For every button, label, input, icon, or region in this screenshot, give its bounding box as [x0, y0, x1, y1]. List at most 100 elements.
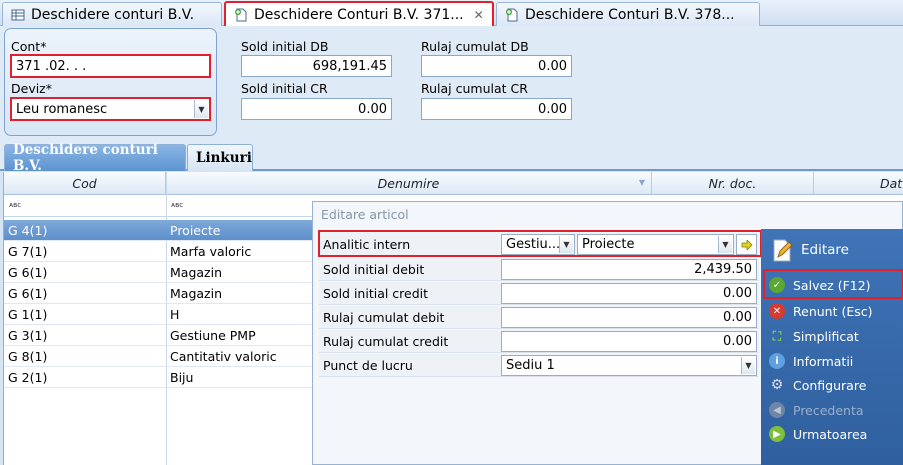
sold-initial-debit-value: 2,439.50: [694, 262, 752, 277]
table-row[interactable]: G 1(1) H: [4, 304, 314, 325]
detail-tab-strip: Deschidere conturi B.V. Linkuri: [0, 142, 903, 174]
tab-deschidere-conturi[interactable]: Deschidere conturi B.V.: [2, 2, 222, 26]
cell-denumire: Cantitativ valoric: [170, 349, 277, 364]
text-filter-icon[interactable]: ᴀʙc: [171, 201, 183, 209]
editare-label: Editare: [801, 242, 849, 258]
table-icon: [11, 9, 25, 20]
close-tab-icon[interactable]: ✕: [474, 8, 484, 22]
column-header-denumire[interactable]: Denumire ▼: [166, 172, 652, 195]
column-header-label: Denumire: [377, 176, 440, 191]
cell-denumire: Biju: [170, 370, 194, 385]
sold-initial-debit-label: Sold initial debit: [323, 262, 425, 277]
sold-initial-cr-field[interactable]: 0.00: [241, 98, 392, 120]
simplificat-button[interactable]: ⛶ Simplificat: [769, 328, 859, 344]
configurare-button[interactable]: ⚙ Configurare: [769, 377, 867, 393]
configurare-label: Configurare: [793, 377, 867, 393]
new-document-icon: [235, 8, 247, 21]
new-document-icon: [506, 8, 518, 21]
compress-icon: ⛶: [772, 328, 782, 343]
rulaj-cumulat-debit-row: Rulaj cumulat debit 0.00: [319, 306, 759, 329]
informatii-label: Informatii: [793, 353, 854, 369]
filter-dropdown-icon[interactable]: ▼: [639, 178, 645, 187]
chevron-down-icon[interactable]: ▼: [741, 357, 755, 374]
sold-initial-credit-field[interactable]: 0.00: [501, 283, 757, 304]
sold-initial-db-label: Sold initial DB: [241, 39, 329, 54]
sold-initial-debit-row: Sold initial debit 2,439.50: [319, 258, 759, 281]
punct-de-lucru-label: Punct de lucru: [323, 358, 413, 373]
punct-de-lucru-select[interactable]: Sediu 1 ▼: [501, 355, 757, 376]
editare-header: Editare: [769, 237, 849, 263]
tab-deschidere-conturi-bv[interactable]: Deschidere conturi B.V.: [4, 142, 186, 174]
punct-de-lucru-value: Sediu 1: [506, 358, 555, 373]
urmatoarea-label: Urmatoarea: [793, 426, 868, 442]
tab-deschidere-conturi-378[interactable]: Deschidere Conturi B.V. 378...: [496, 2, 760, 26]
arrow-right-icon: ▶: [769, 426, 785, 442]
table-row[interactable]: G 6(1) Magazin: [4, 262, 314, 283]
sold-initial-debit-field[interactable]: 2,439.50: [501, 259, 757, 280]
edit-article-dialog: Editare articol Analitic intern Gestiu..…: [312, 201, 903, 465]
renunt-button[interactable]: ✕ Renunt (Esc): [769, 303, 873, 319]
cell-cod: G 6(1): [8, 265, 48, 280]
sold-initial-credit-label: Sold initial credit: [323, 286, 429, 301]
cell-denumire: H: [170, 307, 180, 322]
chevron-down-icon[interactable]: ▼: [194, 100, 208, 118]
rulaj-cumulat-cr-value: 0.00: [538, 101, 567, 117]
tab-deschidere-conturi-371[interactable]: Deschidere Conturi B.V. 371... ✕: [224, 1, 494, 26]
rulaj-cumulat-debit-field[interactable]: 0.00: [501, 307, 757, 328]
deviz-label: Deviz*: [11, 81, 52, 96]
cell-cod: G 8(1): [8, 349, 48, 364]
table-row[interactable]: G 3(1) Gestiune PMP: [4, 325, 314, 346]
cell-cod: G 3(1): [8, 328, 48, 343]
precedenta-label: Precedenta: [793, 402, 864, 418]
check-icon: ✓: [769, 277, 785, 293]
sold-initial-db-field[interactable]: 698,191.45: [241, 55, 392, 77]
text-filter-icon[interactable]: ᴀʙc: [9, 201, 21, 209]
table-row[interactable]: G 8(1) Cantitativ valoric: [4, 346, 314, 367]
cont-label: Cont*: [11, 39, 47, 54]
rulaj-cumulat-credit-row: Rulaj cumulat credit 0.00: [319, 330, 759, 353]
column-header-data[interactable]: Dat: [814, 172, 903, 195]
account-header-form: Cont* 371 .02. . . Deviz* Leu romanesc ▼…: [0, 26, 903, 142]
sold-initial-credit-row: Sold initial credit 0.00: [319, 282, 759, 305]
table-row[interactable]: G 4(1) Proiecte: [4, 220, 314, 241]
cell-denumire: Proiecte: [170, 223, 221, 238]
cell-denumire: Gestiune PMP: [170, 328, 256, 343]
rulaj-cumulat-debit-label: Rulaj cumulat debit: [323, 310, 445, 325]
deviz-select[interactable]: Leu romanesc ▼: [10, 97, 211, 121]
cell-cod: G 1(1): [8, 307, 48, 322]
cell-denumire: Magazin: [170, 286, 222, 301]
column-header-nr-doc[interactable]: Nr. doc.: [652, 172, 814, 195]
deviz-value: Leu romanesc: [16, 101, 108, 117]
salvez-button[interactable]: ✓ Salvez (F12): [769, 277, 871, 293]
table-row[interactable]: G 2(1) Biju: [4, 367, 314, 388]
simplificat-label: Simplificat: [793, 328, 859, 344]
cont-input[interactable]: 371 .02. . .: [10, 54, 211, 78]
column-header-cod[interactable]: Cod: [4, 172, 166, 195]
renunt-label: Renunt (Esc): [793, 303, 873, 319]
table-row[interactable]: G 7(1) Marfa valoric: [4, 241, 314, 262]
rulaj-cumulat-debit-value: 0.00: [723, 310, 752, 325]
cell-cod: G 4(1): [8, 223, 48, 238]
action-panel: Editare ✓ Salvez (F12) ✕ Renunt (Esc) ⛶ …: [761, 229, 903, 465]
table-row[interactable]: G 6(1) Magazin: [4, 283, 314, 304]
analitic-highlight: [318, 230, 762, 257]
info-icon: i: [769, 353, 785, 369]
tab-linkuri[interactable]: Linkuri: [187, 144, 253, 171]
cont-value: 371 .02. . .: [16, 58, 87, 74]
arrow-left-icon: ◀: [769, 402, 785, 418]
rulaj-cumulat-db-value: 0.00: [538, 58, 567, 74]
tab-label: Deschidere Conturi B.V. 371...: [254, 6, 464, 23]
rulaj-cumulat-cr-label: Rulaj cumulat CR: [421, 81, 528, 96]
cell-cod: G 6(1): [8, 286, 48, 301]
rulaj-cumulat-credit-field[interactable]: 0.00: [501, 331, 757, 352]
cell-cod: G 7(1): [8, 244, 48, 259]
informatii-button[interactable]: i Informatii: [769, 353, 853, 369]
rulaj-cumulat-cr-field[interactable]: 0.00: [421, 98, 572, 120]
tab-label: Deschidere Conturi B.V. 378...: [525, 6, 735, 23]
edit-document-icon: [773, 239, 793, 262]
dialog-title: Editare articol: [321, 207, 409, 222]
gear-icon: ⚙: [770, 377, 784, 393]
precedenta-button[interactable]: ◀ Precedenta: [769, 402, 864, 418]
urmatoarea-button[interactable]: ▶ Urmatoarea: [769, 426, 867, 442]
rulaj-cumulat-db-field[interactable]: 0.00: [421, 55, 572, 77]
